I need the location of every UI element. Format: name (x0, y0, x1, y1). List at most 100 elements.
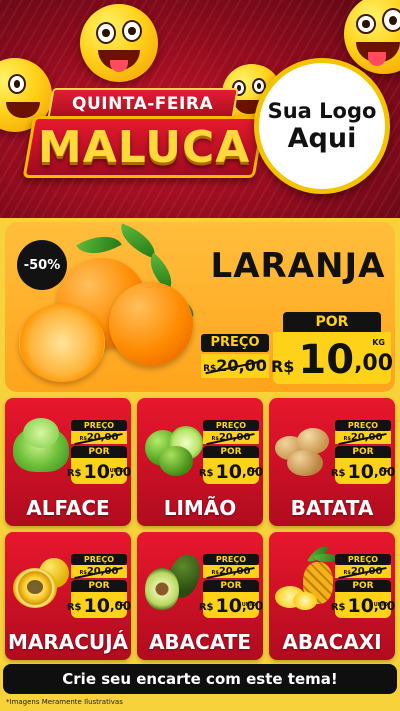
old-price: R$20,00 (201, 354, 269, 378)
product-name: ALFACE (26, 496, 110, 520)
old-price-value: 20,00 (218, 432, 251, 443)
new-price-int: 10 (83, 461, 110, 483)
old-price-currency: R$ (79, 436, 87, 442)
new-price: R$ 10 ,00 KG (271, 332, 394, 384)
new-price-unit: KG (380, 468, 388, 474)
potato-image (273, 412, 337, 476)
new-price-currency: R$ (198, 602, 214, 613)
price-tag: PREÇO R$20,00 POR R$ 10,00 KG (67, 554, 131, 618)
header-banner: QUINTA-FEIRA MALUCA Sua Logo Aqui (0, 0, 400, 218)
por-label: POR (71, 580, 127, 592)
new-price-int: 10 (347, 461, 374, 483)
pineapple-image (273, 541, 339, 610)
logo-placeholder[interactable]: Sua Logo Aqui (254, 58, 390, 194)
old-price: R$20,00 (71, 431, 127, 444)
price-tag: PREÇO R$20,00 POR R$ 10,00 UNID (67, 420, 131, 484)
por-label: POR (335, 446, 391, 458)
preco-label: PREÇO (71, 420, 127, 431)
por-label: POR (283, 312, 381, 332)
por-label: POR (335, 580, 391, 592)
new-price-int: 10 (83, 595, 110, 617)
product-card-maracuja[interactable]: PREÇO R$20,00 POR R$ 10,00 KG MARACUJÁ (5, 532, 131, 660)
lime-image (141, 412, 205, 476)
price-tag: PREÇO R$20,00 POR R$ 10,00 UNID (331, 554, 395, 618)
new-price-dec: ,00 (354, 351, 394, 376)
new-price: R$ 10,00 UNID (67, 458, 131, 484)
disclaimer-text: *Imagens Meramente Ilustrativas (6, 698, 123, 706)
logo-line-1: Sua Logo (267, 99, 377, 123)
preco-label: PREÇO (203, 554, 259, 565)
new-price-int: 10 (215, 595, 242, 617)
price-tag: PREÇO R$20,00 POR R$ 10,00 KG (331, 420, 395, 484)
old-price-value: 20,00 (86, 432, 119, 443)
product-card-alface[interactable]: PREÇO R$20,00 POR R$ 10,00 UNID ALFACE (5, 398, 131, 526)
new-price-currency: R$ (330, 468, 346, 479)
new-price: R$ 10,00 UNID (199, 592, 263, 618)
cta-button[interactable]: Crie seu encarte com este tema! (3, 664, 397, 694)
new-price-currency: R$ (66, 602, 82, 613)
new-price-unit: KG (372, 338, 385, 347)
preco-label: PREÇO (335, 554, 391, 565)
product-name: ABACATE (148, 630, 252, 654)
discount-badge: -50% (17, 240, 67, 290)
old-price-currency: R$ (211, 436, 219, 442)
product-card-batata[interactable]: PREÇO R$20,00 POR R$ 10,00 KG BATATA (269, 398, 395, 526)
por-label: POR (203, 580, 259, 592)
old-price: R$20,00 (203, 431, 259, 444)
badge-weekday-text: QUINTA-FEIRA (72, 94, 214, 114)
new-price-int: 10 (347, 595, 374, 617)
por-label: POR (203, 446, 259, 458)
badge-title-text: MALUCA (37, 121, 251, 173)
old-price: R$20,00 (71, 565, 127, 578)
new-price: R$ 10,00 UNID (331, 592, 395, 618)
old-price-value: 20,00 (218, 566, 251, 577)
new-price-unit: KG (248, 468, 256, 474)
preco-label: PREÇO (71, 554, 127, 565)
product-name: BATATA (290, 496, 374, 520)
old-price: R$20,00 (335, 431, 391, 444)
product-name: LIMÃO (163, 496, 237, 520)
old-price: R$20,00 (203, 565, 259, 578)
new-price-int: 10 (215, 461, 242, 483)
new-price: R$ 10,00 KG (331, 458, 395, 484)
product-card-abacaxi[interactable]: PREÇO R$20,00 POR R$ 10,00 UNID ABACAXI (269, 532, 395, 660)
preco-label: PREÇO (201, 334, 269, 352)
old-price-currency: R$ (79, 570, 87, 576)
new-price-unit: KG (116, 602, 124, 608)
new-price-tag: POR R$ 10 ,00 KG (271, 312, 394, 384)
price-tag: PREÇO R$20,00 POR R$ 10,00 UNID (199, 554, 263, 618)
old-price-value: 20,00 (350, 566, 383, 577)
laughing-emoji-icon (80, 4, 158, 82)
product-name: ABACAXI (282, 630, 382, 654)
new-price-unit: UNID (109, 468, 124, 474)
logo-line-2: Aqui (287, 123, 357, 154)
avocado-image (141, 546, 206, 610)
featured-product-name: LARANJA (210, 246, 386, 286)
preco-label: PREÇO (203, 420, 259, 431)
product-card-abacate[interactable]: PREÇO R$20,00 POR R$ 10,00 UNID ABACATE (137, 532, 263, 660)
new-price-currency: R$ (66, 468, 82, 479)
new-price: R$ 10,00 KG (67, 592, 131, 618)
old-price-value: 20,00 (350, 432, 383, 443)
product-card-limao[interactable]: PREÇO R$20,00 POR R$ 10,00 KG LIMÃO (137, 398, 263, 526)
por-label: POR (71, 446, 127, 458)
new-price-unit: UNID (241, 602, 256, 608)
passion-fruit-image (9, 546, 73, 610)
lettuce-image (9, 412, 73, 476)
promo-badge: QUINTA-FEIRA MALUCA (22, 78, 266, 196)
price-tag: PREÇO R$20,00 POR R$ 10,00 KG (199, 420, 263, 484)
new-price-unit: UNID (373, 602, 388, 608)
old-price-value: 20,00 (86, 566, 119, 577)
featured-product[interactable]: -50% LARANJA PREÇO R$20,00 POR R$ 10 ,00… (5, 222, 395, 392)
old-price-currency: R$ (203, 364, 217, 374)
new-price-currency: R$ (198, 468, 214, 479)
old-price-currency: R$ (211, 570, 219, 576)
product-name: MARACUJÁ (7, 630, 129, 654)
old-price: R$20,00 (335, 565, 391, 578)
new-price-currency: R$ (330, 602, 346, 613)
old-price-value: 20,00 (216, 356, 267, 375)
preco-label: PREÇO (335, 420, 391, 431)
old-price-tag: PREÇO R$20,00 (201, 334, 269, 380)
old-price-currency: R$ (343, 436, 351, 442)
new-price: R$ 10,00 KG (199, 458, 263, 484)
